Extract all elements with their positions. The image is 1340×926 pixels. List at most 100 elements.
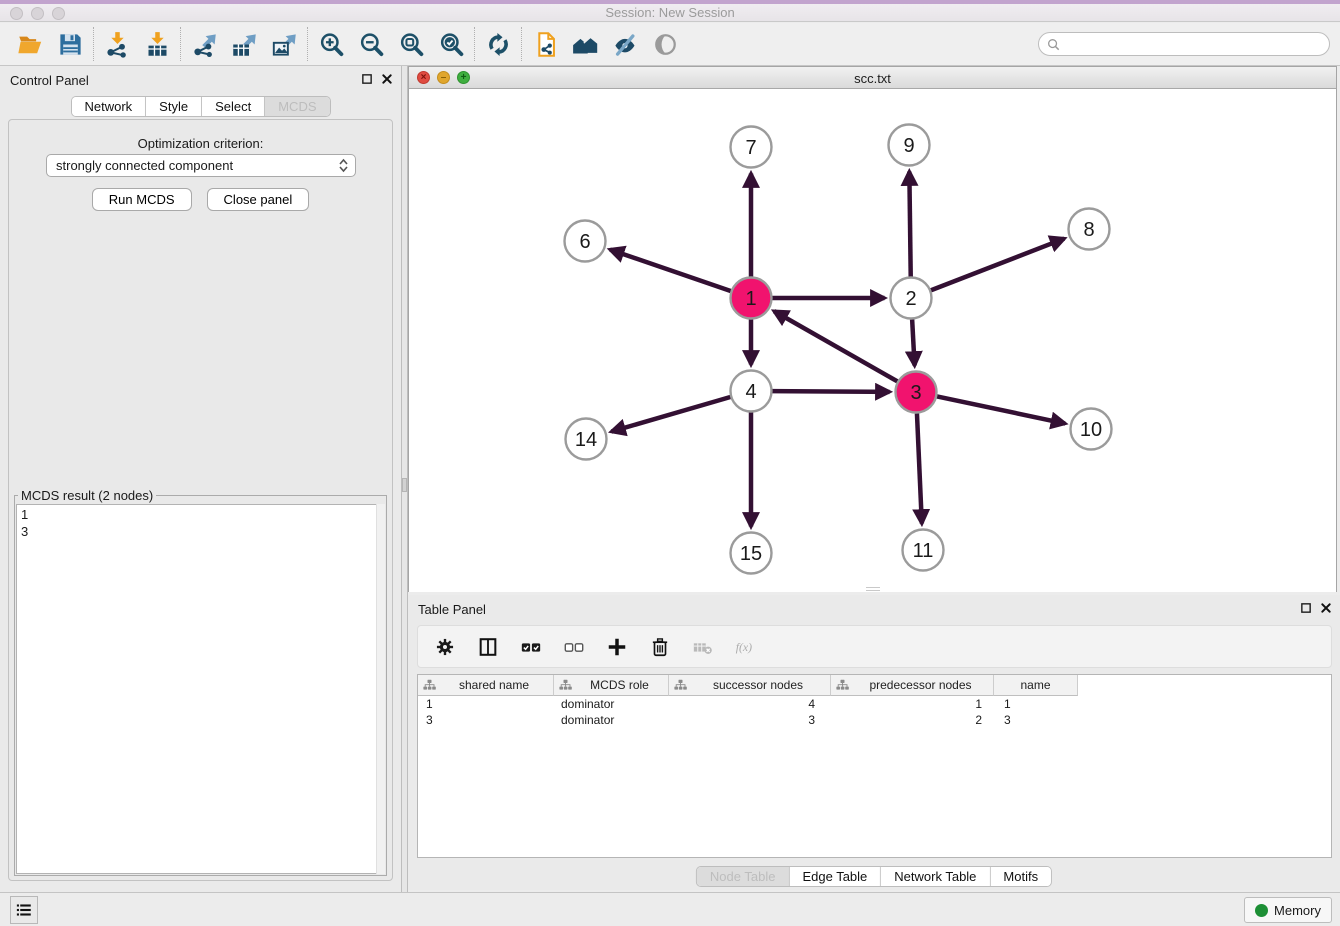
search-field[interactable] bbox=[1038, 32, 1330, 56]
cell-name[interactable]: 1 bbox=[994, 696, 1078, 712]
cell-successor-nodes[interactable]: 4 bbox=[669, 696, 831, 712]
cell-mcds-role[interactable]: dominator bbox=[554, 712, 669, 728]
cell-shared-name[interactable]: 1 bbox=[418, 696, 554, 712]
delete-row-button[interactable] bbox=[647, 634, 673, 660]
table-row[interactable]: 1 dominator 4 1 1 bbox=[418, 696, 1331, 712]
export-network-button[interactable] bbox=[184, 26, 224, 62]
home-layout-button[interactable] bbox=[565, 26, 605, 62]
zoom-selected-button[interactable] bbox=[431, 26, 471, 62]
export-table-button[interactable] bbox=[224, 26, 264, 62]
control-panel: Control Panel Network Style Select MCDS … bbox=[0, 66, 401, 892]
graph-edge[interactable] bbox=[937, 396, 1065, 423]
zoom-selected-icon bbox=[438, 31, 465, 58]
tab-motifs[interactable]: Motifs bbox=[990, 867, 1051, 886]
import-network-button[interactable] bbox=[97, 26, 137, 62]
search-icon bbox=[1047, 38, 1060, 51]
graphics-details-button[interactable] bbox=[605, 26, 645, 62]
cell-name[interactable]: 3 bbox=[994, 712, 1078, 728]
save-session-button[interactable] bbox=[50, 26, 90, 62]
network-view-window: × – + scc.txt 7968124314101511 bbox=[408, 66, 1337, 592]
birds-eye-view-button[interactable] bbox=[645, 26, 685, 62]
refresh-view-button[interactable] bbox=[478, 26, 518, 62]
toolbar-separator bbox=[93, 27, 94, 61]
cell-mcds-role[interactable]: dominator bbox=[554, 696, 669, 712]
network-window-titlebar[interactable]: × – + scc.txt bbox=[409, 67, 1336, 89]
memory-button[interactable]: Memory bbox=[1244, 897, 1332, 923]
header-filler bbox=[1078, 675, 1331, 696]
tab-mcds[interactable]: MCDS bbox=[265, 97, 329, 116]
column-header-shared-name[interactable]: shared name bbox=[418, 675, 554, 696]
graph-node-label: 11 bbox=[913, 540, 934, 562]
graph-node-label: 4 bbox=[745, 381, 756, 403]
tab-network[interactable]: Network bbox=[71, 97, 146, 116]
tab-select[interactable]: Select bbox=[202, 97, 265, 116]
tab-node-table[interactable]: Node Table bbox=[697, 867, 790, 886]
zoom-fit-button[interactable] bbox=[391, 26, 431, 62]
run-mcds-button[interactable]: Run MCDS bbox=[92, 188, 192, 211]
import-table-button[interactable] bbox=[137, 26, 177, 62]
cell-successor-nodes[interactable]: 3 bbox=[669, 712, 831, 728]
home-icon bbox=[572, 31, 599, 58]
tab-edge-table[interactable]: Edge Table bbox=[789, 867, 881, 886]
zoom-out-button[interactable] bbox=[351, 26, 391, 62]
import-network-icon bbox=[104, 31, 131, 58]
graph-edge[interactable] bbox=[917, 413, 922, 523]
graph-node-label: 10 bbox=[1080, 419, 1102, 441]
close-panel-button[interactable]: Close panel bbox=[207, 188, 310, 211]
add-row-button[interactable] bbox=[604, 634, 630, 660]
network-canvas[interactable]: 7968124314101511 bbox=[409, 89, 1336, 592]
canvas-resize-grip[interactable] bbox=[866, 587, 880, 591]
eye-disabled-icon bbox=[652, 31, 679, 58]
cell-predecessor-nodes[interactable]: 2 bbox=[831, 712, 994, 728]
open-session-button[interactable] bbox=[10, 26, 50, 62]
export-image-button[interactable] bbox=[264, 26, 304, 62]
export-network-icon bbox=[191, 31, 218, 58]
graph-edge[interactable] bbox=[909, 171, 910, 276]
show-columns-button[interactable] bbox=[475, 634, 501, 660]
search-input[interactable] bbox=[1065, 36, 1321, 52]
graph-edge[interactable] bbox=[912, 319, 914, 365]
vertical-splitter[interactable] bbox=[401, 66, 408, 892]
graph-node-label: 9 bbox=[903, 135, 914, 157]
task-history-button[interactable] bbox=[10, 896, 38, 924]
graph-edge[interactable] bbox=[931, 239, 1064, 291]
fx-icon: f(x) bbox=[735, 636, 757, 658]
tab-network-table[interactable]: Network Table bbox=[881, 867, 990, 886]
cell-predecessor-nodes[interactable]: 1 bbox=[831, 696, 994, 712]
float-panel-icon[interactable] bbox=[361, 73, 373, 85]
float-panel-icon[interactable] bbox=[1300, 602, 1312, 614]
graph-edge[interactable] bbox=[610, 250, 731, 291]
delete-table-button[interactable] bbox=[690, 634, 716, 660]
table-panel: Table Panel f(x) shared name MCDS role s… bbox=[408, 595, 1340, 890]
close-panel-icon[interactable] bbox=[381, 73, 393, 85]
open-folder-icon bbox=[17, 31, 44, 58]
clone-network-button[interactable] bbox=[525, 26, 565, 62]
mcds-result-text[interactable]: 1 3 bbox=[16, 504, 385, 874]
network-graph[interactable]: 7968124314101511 bbox=[409, 89, 1336, 592]
table-row[interactable]: 3 dominator 3 2 3 bbox=[418, 712, 1331, 728]
tab-style[interactable]: Style bbox=[146, 97, 202, 116]
result-scrollbar[interactable] bbox=[376, 504, 385, 874]
column-header-predecessor-nodes[interactable]: predecessor nodes bbox=[831, 675, 994, 696]
graph-edge[interactable] bbox=[611, 397, 730, 432]
splitter-grip[interactable] bbox=[402, 478, 407, 492]
cell-shared-name[interactable]: 3 bbox=[418, 712, 554, 728]
control-panel-tabs: Network Style Select MCDS bbox=[70, 96, 330, 117]
dropdown-stepper-icon bbox=[338, 158, 349, 173]
criterion-dropdown[interactable]: strongly connected component bbox=[46, 154, 356, 177]
function-builder-button[interactable]: f(x) bbox=[733, 634, 759, 660]
table-settings-button[interactable] bbox=[432, 634, 458, 660]
select-all-button[interactable] bbox=[518, 634, 544, 660]
export-table-icon bbox=[231, 31, 258, 58]
graph-edge[interactable] bbox=[772, 391, 889, 392]
close-panel-icon[interactable] bbox=[1320, 602, 1332, 614]
column-header-successor-nodes[interactable]: successor nodes bbox=[669, 675, 831, 696]
deselect-all-button[interactable] bbox=[561, 634, 587, 660]
table-panel-tabs: Node Table Edge Table Network Table Moti… bbox=[696, 866, 1052, 887]
column-header-name[interactable]: name bbox=[994, 675, 1078, 696]
refresh-icon bbox=[485, 31, 512, 58]
zoom-in-button[interactable] bbox=[311, 26, 351, 62]
graph-edge[interactable] bbox=[774, 311, 897, 381]
column-type-icon bbox=[674, 679, 687, 691]
column-header-mcds-role[interactable]: MCDS role bbox=[554, 675, 669, 696]
